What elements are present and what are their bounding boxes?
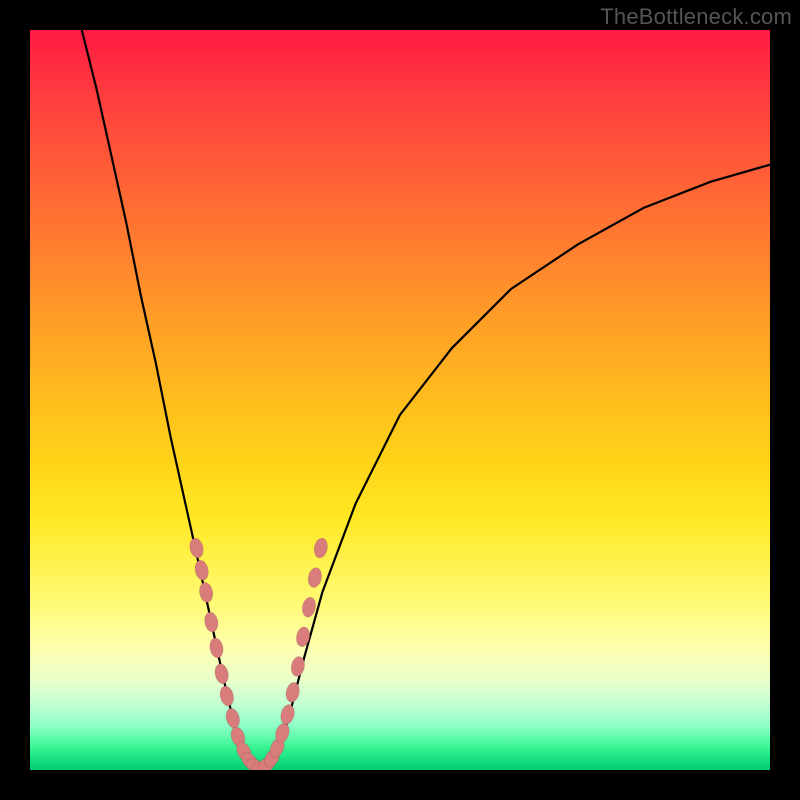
- curve-marker: [218, 685, 235, 708]
- curve-marker: [279, 703, 297, 726]
- curve-marker: [224, 707, 242, 730]
- curve-marker: [198, 581, 214, 603]
- curve-marker: [193, 559, 210, 581]
- chart-frame: TheBottleneck.com: [0, 0, 800, 800]
- curve-marker: [284, 681, 301, 703]
- curve-marker: [301, 596, 318, 618]
- curve-marker: [203, 611, 219, 633]
- curve-right-branch: [278, 165, 770, 756]
- watermark-text: TheBottleneck.com: [600, 4, 792, 30]
- curve-marker: [208, 637, 225, 659]
- curve-marker: [307, 567, 324, 589]
- curve-marker: [213, 663, 230, 685]
- curve-marker: [188, 537, 205, 559]
- plot-svg: [30, 30, 770, 770]
- plot-outer: [30, 30, 770, 770]
- curve-marker: [312, 537, 329, 559]
